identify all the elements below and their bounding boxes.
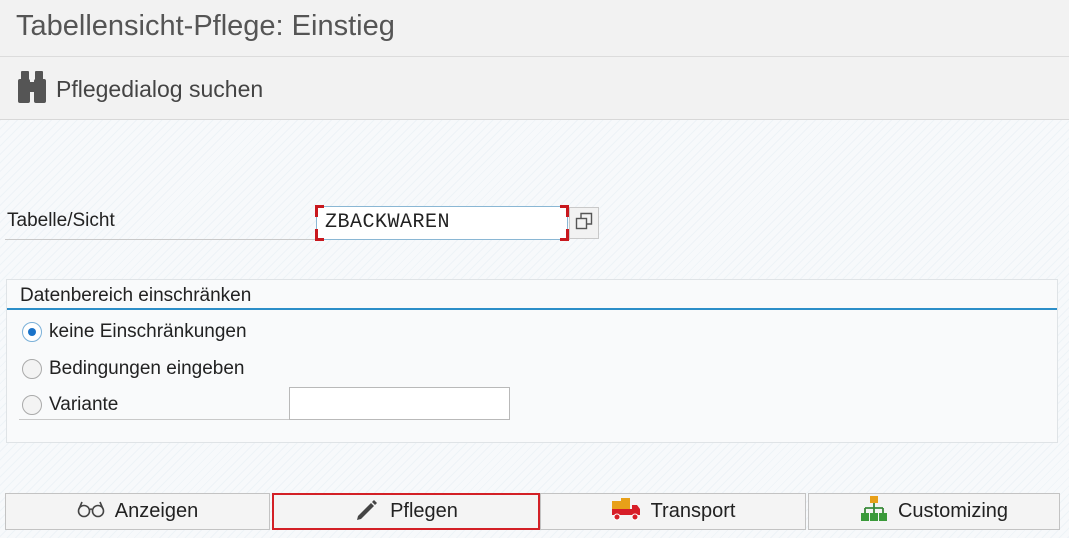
table-view-label: Tabelle/Sicht [7, 210, 115, 231]
focus-corner [315, 205, 324, 217]
truck-icon [611, 496, 641, 527]
value-help-button[interactable] [569, 207, 599, 239]
table-view-field[interactable] [315, 205, 573, 241]
radio-enter-conditions[interactable]: Bedingungen eingeben [22, 358, 244, 380]
pencil-icon [354, 496, 380, 527]
display-button[interactable]: Anzeigen [5, 493, 270, 530]
maintain-button[interactable]: Pflegen [272, 493, 540, 530]
hierarchy-icon [860, 495, 888, 528]
binoculars-icon [16, 70, 48, 109]
title-bar: Tabellensicht-Pflege: Einstieg [0, 0, 1069, 57]
focus-corner [560, 229, 569, 241]
value-help-icon [575, 212, 593, 235]
radio-button[interactable] [22, 395, 42, 415]
restrict-data-range-group: Datenbereich einschränken keine Einschrä… [6, 279, 1058, 443]
transport-button-label: Transport [650, 500, 736, 522]
maintain-button-label: Pflegen [390, 500, 458, 522]
radio-button[interactable] [22, 359, 42, 379]
radio-variant[interactable]: Variante [22, 394, 118, 416]
display-button-label: Anzeigen [114, 500, 199, 522]
group-title-underline [7, 308, 1057, 310]
find-maintenance-dialog-label: Pflegedialog suchen [56, 75, 264, 102]
radio-no-restrictions[interactable]: keine Einschränkungen [22, 321, 247, 343]
transport-button[interactable]: Transport [540, 493, 806, 530]
focus-corner [315, 229, 324, 241]
page-title: Tabellensicht-Pflege: Einstieg [16, 10, 395, 42]
radio-label: Variante [49, 394, 119, 415]
radio-label: keine Einschränkungen [49, 321, 247, 342]
glasses-icon [77, 500, 105, 523]
radio-label: Bedingungen eingeben [49, 358, 245, 379]
row-underline [19, 419, 289, 420]
customizing-button[interactable]: Customizing [808, 493, 1060, 530]
table-view-input[interactable] [317, 207, 573, 237]
radio-button-selected[interactable] [22, 322, 42, 342]
variant-input[interactable] [289, 387, 510, 420]
customizing-button-label: Customizing [897, 500, 1009, 522]
find-maintenance-dialog-button[interactable]: Pflegedialog suchen [16, 70, 264, 109]
toolbar: Pflegedialog suchen [0, 57, 1069, 120]
focus-corner [560, 205, 569, 217]
group-title: Datenbereich einschränken [20, 285, 252, 306]
